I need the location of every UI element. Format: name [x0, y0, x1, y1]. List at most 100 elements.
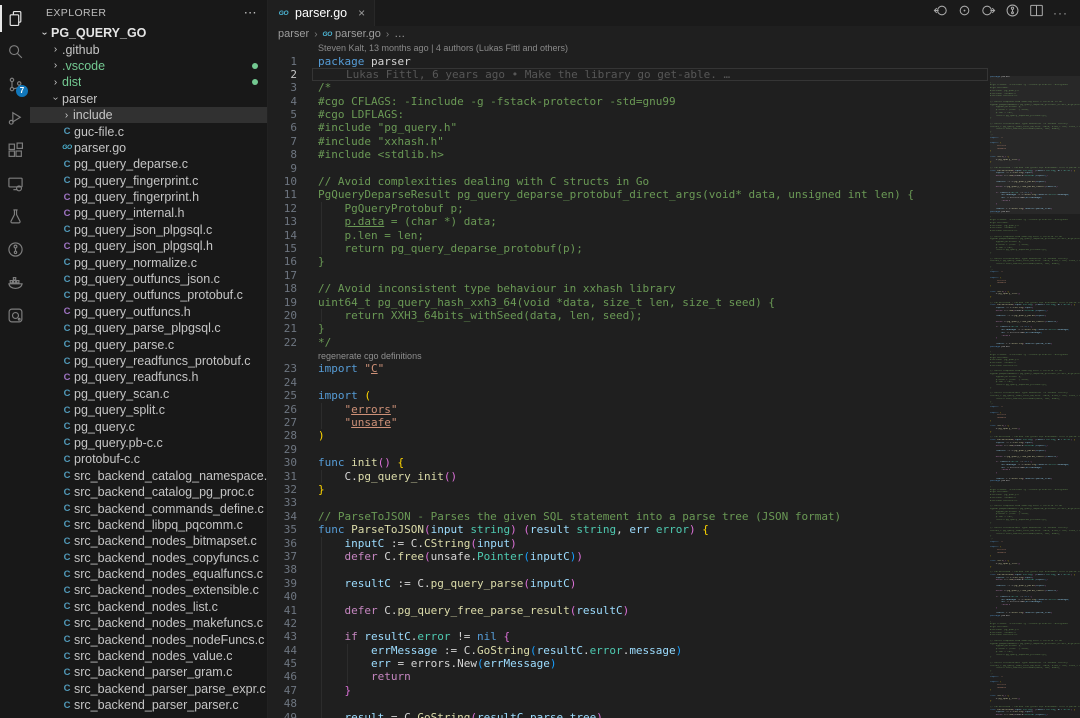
- tree-row-pg-query-fingerprint-c[interactable]: Cpg_query_fingerprint.c: [30, 173, 267, 189]
- tree-row-src-backend-nodes-extensible-c[interactable]: Csrc_backend_nodes_extensible.c: [30, 582, 267, 598]
- code-line-19[interactable]: 19uint64_t pg_query_hash_xxh3_64(void *d…: [268, 296, 990, 309]
- code-line-48[interactable]: 48: [268, 697, 990, 710]
- code-line-23[interactable]: 23import "C": [268, 362, 990, 375]
- code-line-18[interactable]: 18// Avoid inconsistent type behaviour i…: [268, 282, 990, 295]
- code-line-30[interactable]: 30func init() {: [268, 456, 990, 469]
- code-line-3[interactable]: 3/*: [268, 81, 990, 94]
- code-line-21[interactable]: 21}: [268, 322, 990, 335]
- tree-row-pg-query-parse-plpgsql-c[interactable]: Cpg_query_parse_plpgsql.c: [30, 320, 267, 336]
- code-line-26[interactable]: 26 "errors": [268, 403, 990, 416]
- change-icon[interactable]: [957, 3, 972, 23]
- tab-parser-go[interactable]: GO parser.go ×: [268, 0, 375, 26]
- tree-row-parser-go[interactable]: GOparser.go: [30, 140, 267, 156]
- breadcrumb-item[interactable]: …: [394, 28, 405, 40]
- code-line-6[interactable]: 6#include "pg_query.h": [268, 121, 990, 134]
- tree-row-src-backend-nodes-equalfuncs-c[interactable]: Csrc_backend_nodes_equalfuncs.c: [30, 566, 267, 582]
- activity-search-icon[interactable]: [0, 35, 30, 68]
- tree-row-guc-file-c[interactable]: Cguc-file.c: [30, 123, 267, 139]
- activity-docker-icon[interactable]: [0, 266, 30, 299]
- tree-row-src-backend-parser-parser-c[interactable]: Csrc_backend_parser_parser.c: [30, 697, 267, 713]
- code-editor[interactable]: Steven Kalt, 13 months ago | 4 authors (…: [268, 42, 1080, 718]
- code-line-16[interactable]: 16}: [268, 255, 990, 268]
- code-line-38[interactable]: 38: [268, 563, 990, 576]
- code-line-37[interactable]: 37 defer C.free(unsafe.Pointer(inputC)): [268, 550, 990, 563]
- code-line-45[interactable]: 45 err = errors.New(errMessage): [268, 657, 990, 670]
- tree-row-pg-query-deparse-c[interactable]: Cpg_query_deparse.c: [30, 156, 267, 172]
- code-line-49[interactable]: 49 result = C.GoString(resultC.parse_tre…: [268, 711, 990, 718]
- code-line-20[interactable]: 20 return XXH3_64bits_withSeed(data, len…: [268, 309, 990, 322]
- tree-row-pg-query-scan-c[interactable]: Cpg_query_scan.c: [30, 386, 267, 402]
- breadcrumb-item[interactable]: parser: [278, 28, 309, 40]
- code-line-13[interactable]: 13 p.data = (char *) data;: [268, 215, 990, 228]
- code-line-4[interactable]: 4#cgo CFLAGS: -Iinclude -g -fstack-prote…: [268, 95, 990, 108]
- code-line-41[interactable]: 41 defer C.pg_query_free_parse_result(re…: [268, 604, 990, 617]
- activity-source-control-icon[interactable]: 7: [0, 68, 30, 101]
- code-line-46[interactable]: 46 return: [268, 670, 990, 683]
- code-line-44[interactable]: 44 errMessage := C.GoString(resultC.erro…: [268, 644, 990, 657]
- code-line-27[interactable]: 27 "unsafe": [268, 416, 990, 429]
- tree-row-include[interactable]: ›include: [30, 107, 267, 123]
- tree-root-folder[interactable]: › PG_QUERY_GO: [30, 25, 267, 41]
- tree-row-pg-query-outfuncs-h[interactable]: Cpg_query_outfuncs.h: [30, 304, 267, 320]
- code-line-28[interactable]: 28): [268, 429, 990, 442]
- activity-github-actions-icon[interactable]: [0, 299, 30, 332]
- code-line-39[interactable]: 39 resultC := C.pg_query_parse(inputC): [268, 577, 990, 590]
- tree-row-pg-query-c[interactable]: Cpg_query.c: [30, 418, 267, 434]
- tree-row-src-backend-nodes-copyfuncs-c[interactable]: Csrc_backend_nodes_copyfuncs.c: [30, 550, 267, 566]
- more-actions-icon[interactable]: ···: [1053, 6, 1068, 20]
- tree-row-src-backend-commands-define-c[interactable]: Csrc_backend_commands_define.c: [30, 500, 267, 516]
- code-line-40[interactable]: 40: [268, 590, 990, 603]
- tree-row-src-backend-catalog-namespace-c[interactable]: Csrc_backend_catalog_namespace.c: [30, 468, 267, 484]
- code-line-8[interactable]: 8#include <stdlib.h>: [268, 148, 990, 161]
- gitlens-graph-icon[interactable]: [1005, 3, 1020, 23]
- tree-row-src-backend-parser-parse-expr-c[interactable]: Csrc_backend_parser_parse_expr.c: [30, 681, 267, 697]
- tree-row-pg-query-split-c[interactable]: Cpg_query_split.c: [30, 402, 267, 418]
- breadcrumb-item[interactable]: GOparser.go: [323, 28, 381, 40]
- tree-row-pg-query-json-plpgsql-h[interactable]: Cpg_query_json_plpgsql.h: [30, 238, 267, 254]
- code-line-47[interactable]: 47 }: [268, 684, 990, 697]
- code-line-31[interactable]: 31 C.pg_query_init(): [268, 470, 990, 483]
- activity-testing-icon[interactable]: [0, 200, 30, 233]
- tree-row-pg-query-outfuncs-json-c[interactable]: Cpg_query_outfuncs_json.c: [30, 271, 267, 287]
- code-line-36[interactable]: 36 inputC := C.CString(input): [268, 537, 990, 550]
- code-line-11[interactable]: 11PgQueryDeparseResult pg_query_deparse_…: [268, 188, 990, 201]
- tree-row-src-backend-nodes-list-c[interactable]: Csrc_backend_nodes_list.c: [30, 599, 267, 615]
- split-editor-icon[interactable]: [1029, 3, 1044, 23]
- tree-row-protobuf-c-c[interactable]: Cprotobuf-c.c: [30, 451, 267, 467]
- code-line-33[interactable]: 33: [268, 496, 990, 509]
- code-line-15[interactable]: 15 return pg_query_deparse_protobuf(p);: [268, 242, 990, 255]
- tree-row-pg-query-readfuncs-protobuf-c[interactable]: Cpg_query_readfuncs_protobuf.c: [30, 353, 267, 369]
- tree-row-src-backend-catalog-pg-proc-c[interactable]: Csrc_backend_catalog_pg_proc.c: [30, 484, 267, 500]
- activity-remote-explorer-icon[interactable]: [0, 167, 30, 200]
- minimap-slider[interactable]: [990, 76, 1080, 214]
- code-line-10[interactable]: 10// Avoid complexities dealing with C s…: [268, 175, 990, 188]
- next-change-icon[interactable]: [981, 3, 996, 23]
- tree-row-dist[interactable]: ›dist: [30, 74, 267, 90]
- codelens-regenerate-cgo[interactable]: regenerate cgo definitions: [268, 349, 990, 362]
- code-line-42[interactable]: 42: [268, 617, 990, 630]
- code-line-2[interactable]: 2Lukas Fittl, 6 years ago • Make the lib…: [268, 68, 990, 81]
- tree-row-src-backend-nodes-nodefuncs-c[interactable]: Csrc_backend_nodes_nodeFuncs.c: [30, 631, 267, 647]
- minimap[interactable]: package parser/*#cgo CFLAGS: -Iinclude -…: [990, 76, 1080, 718]
- code-line-32[interactable]: 32}: [268, 483, 990, 496]
- tree-row-pg-query-json-plpgsql-c[interactable]: Cpg_query_json_plpgsql.c: [30, 222, 267, 238]
- activity-extensions-icon[interactable]: [0, 134, 30, 167]
- tree-row-src-backend-nodes-bitmapset-c[interactable]: Csrc_backend_nodes_bitmapset.c: [30, 533, 267, 549]
- tree-row-src-backend-nodes-makefuncs-c[interactable]: Csrc_backend_nodes_makefuncs.c: [30, 615, 267, 631]
- tree-row-pg-query-fingerprint-h[interactable]: Cpg_query_fingerprint.h: [30, 189, 267, 205]
- tree-row--github[interactable]: ›.github: [30, 41, 267, 57]
- tree-row-src-backend-parser-gram-c[interactable]: Csrc_backend_parser_gram.c: [30, 664, 267, 680]
- activity-gitlens-icon[interactable]: [0, 233, 30, 266]
- code-line-9[interactable]: 9: [268, 162, 990, 175]
- activity-explorer-icon[interactable]: [0, 2, 30, 35]
- tree-row-parser[interactable]: ›parser: [30, 91, 267, 107]
- code-line-43[interactable]: 43 if resultC.error != nil {: [268, 630, 990, 643]
- tree-row--vscode[interactable]: ›.vscode: [30, 58, 267, 74]
- code-line-22[interactable]: 22*/: [268, 336, 990, 349]
- tree-row-pg-query-normalize-c[interactable]: Cpg_query_normalize.c: [30, 254, 267, 270]
- code-line-25[interactable]: 25import (: [268, 389, 990, 402]
- code-line-1[interactable]: 1package parser: [268, 55, 990, 68]
- previous-change-icon[interactable]: [933, 3, 948, 23]
- code-line-17[interactable]: 17: [268, 269, 990, 282]
- code-line-29[interactable]: 29: [268, 443, 990, 456]
